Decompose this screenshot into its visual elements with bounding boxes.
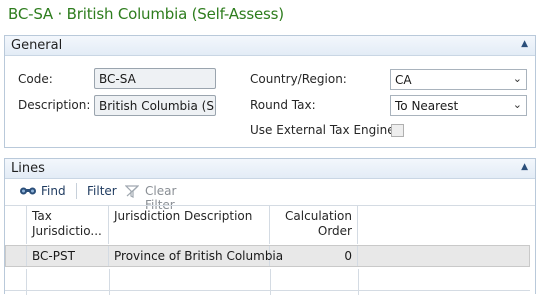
column-header-calculation-order[interactable]: Calculation Order [270, 206, 358, 244]
toolbar-divider [76, 183, 77, 199]
lines-toolbar: Find Filter Clear Filter [5, 179, 535, 212]
grid-divider [358, 269, 359, 295]
round-tax-value: To Nearest [395, 99, 459, 113]
column-header-tax-jurisdiction[interactable]: Tax Jurisdictio... [27, 206, 109, 244]
grid-divider [270, 269, 271, 295]
chevron-down-icon: ⌄ [512, 98, 522, 111]
tax-jurisdiction-cell[interactable]: BC-PST [27, 246, 109, 266]
chevron-up-icon[interactable]: ▲ [521, 39, 528, 49]
code-label: Code: [18, 72, 53, 86]
general-section: General ▲ Code: BC-SA Description: Briti… [4, 35, 536, 148]
lines-section: Lines ▲ Find Filter Clear Filter Tax Jur… [4, 158, 536, 295]
find-button[interactable]: Find [17, 179, 71, 203]
country-region-value: CA [395, 73, 412, 87]
funnel-icon [125, 185, 139, 198]
binoculars-icon [20, 187, 36, 195]
page-title: BC-SA · British Columbia (Self-Assess) [8, 5, 284, 23]
use-external-tax-engine-label: Use External Tax Engine: [250, 123, 399, 137]
filter-button[interactable]: Filter [87, 184, 117, 198]
lines-header[interactable]: Lines ▲ [5, 159, 535, 179]
grid-divider [109, 269, 110, 295]
grid-header: Tax Jurisdictio... Jurisdiction Descript… [5, 205, 535, 244]
code-field[interactable]: BC-SA [94, 68, 216, 89]
country-region-select[interactable]: CA ⌄ [390, 69, 527, 90]
chevron-up-icon[interactable]: ▲ [521, 162, 528, 172]
country-region-label: Country/Region: [250, 72, 347, 86]
row-selector[interactable] [6, 246, 27, 266]
clear-filter-button[interactable]: Clear Filter [125, 179, 207, 212]
use-external-tax-engine-checkbox[interactable] [391, 124, 404, 137]
jurisdiction-description-cell[interactable]: Province of British Columbia [109, 246, 283, 266]
round-tax-label: Round Tax: [250, 98, 316, 112]
calculation-order-cell[interactable]: 0 [270, 246, 358, 266]
general-header[interactable]: General ▲ [5, 36, 535, 56]
description-field[interactable]: British Columbia (S... [94, 95, 216, 116]
table-row[interactable]: BC-PST Province of British Columbia 0 [5, 245, 530, 267]
chevron-down-icon: ⌄ [512, 72, 522, 85]
general-header-label: General [11, 38, 63, 53]
lines-grid: Tax Jurisdictio... Jurisdiction Descript… [5, 205, 535, 295]
find-label: Find [41, 184, 66, 198]
grid-divider [5, 290, 530, 291]
grid-divider [26, 269, 27, 295]
description-label: Description: [18, 98, 91, 112]
round-tax-select[interactable]: To Nearest ⌄ [390, 95, 527, 116]
column-header-jurisdiction-description[interactable]: Jurisdiction Description [109, 206, 270, 244]
lines-header-label: Lines [11, 161, 45, 176]
row-selector-header [5, 206, 27, 244]
